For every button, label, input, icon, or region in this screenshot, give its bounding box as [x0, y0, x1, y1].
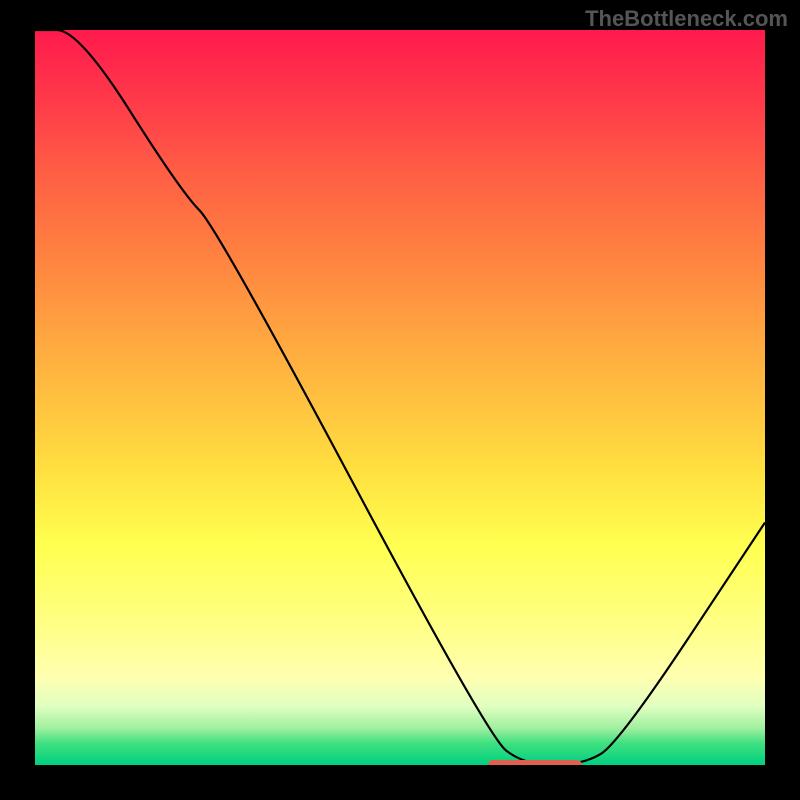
watermark-text: TheBottleneck.com — [585, 6, 788, 32]
plot-area — [35, 30, 765, 765]
curve-svg — [35, 30, 765, 765]
bottleneck-marker — [488, 760, 583, 765]
bottleneck-curve-path — [35, 30, 765, 765]
